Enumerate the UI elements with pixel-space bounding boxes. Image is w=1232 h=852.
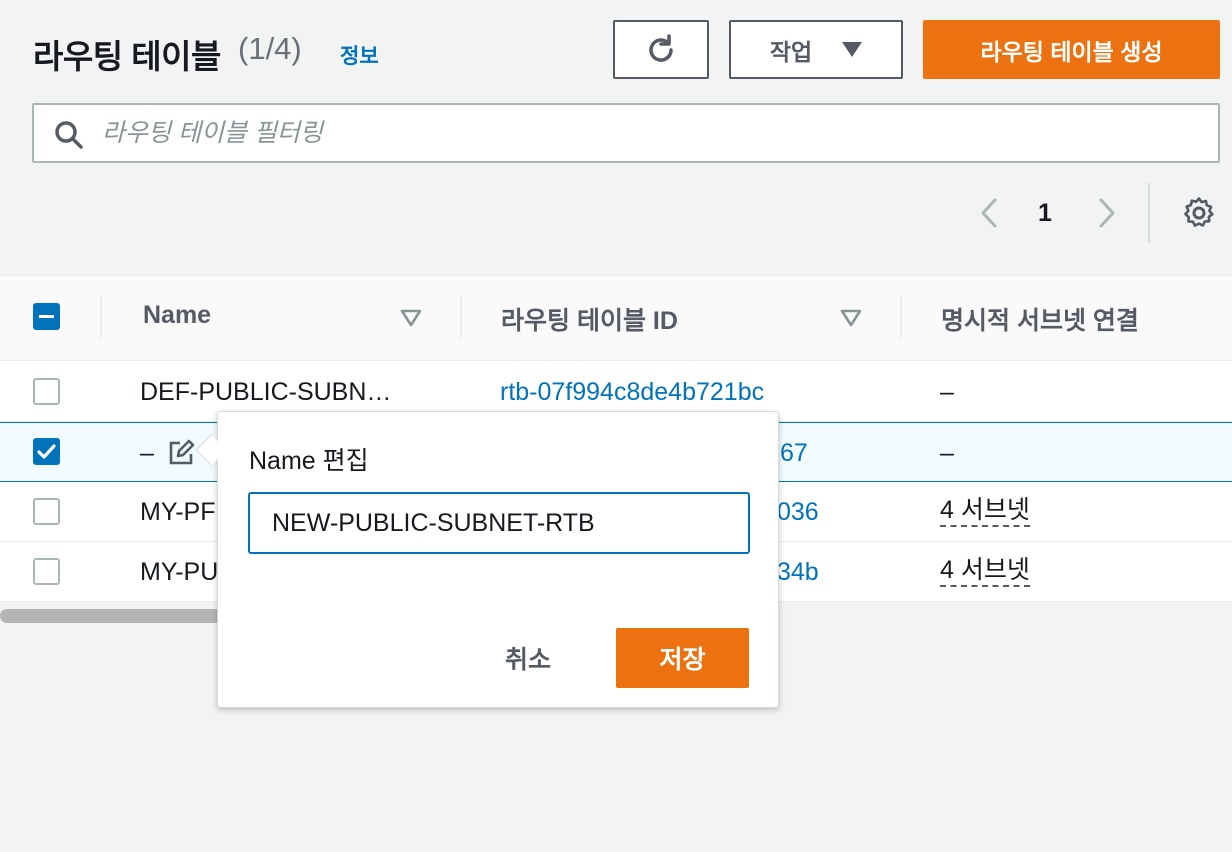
row-subnets: – bbox=[940, 439, 954, 467]
row-checkbox[interactable] bbox=[33, 438, 60, 465]
column-header-route-table-id[interactable]: 라우팅 테이블 ID bbox=[501, 301, 678, 337]
name-input[interactable] bbox=[248, 492, 750, 554]
previous-page-icon[interactable] bbox=[977, 196, 1001, 230]
save-button[interactable]: 저장 bbox=[616, 628, 749, 688]
column-divider bbox=[460, 296, 462, 338]
row-subnets: – bbox=[940, 378, 954, 406]
column-divider bbox=[900, 296, 902, 338]
current-page-number[interactable]: 1 bbox=[1038, 199, 1052, 228]
actions-dropdown-button[interactable]: 작업 bbox=[729, 20, 903, 79]
page-header: 라우팅 테이블 (1/4) 정보 작업 라우팅 테이블 생성 1 bbox=[0, 0, 1232, 275]
row-name: DEF-PUBLIC-SUBN… bbox=[140, 378, 392, 406]
scrollbar-thumb[interactable] bbox=[0, 609, 240, 623]
row-subnets[interactable]: 4 서브넷 bbox=[940, 555, 1030, 587]
edit-name-popover: Name 편집 취소 저장 bbox=[217, 411, 779, 708]
row-route-table-id-link[interactable]: rtb-07f994c8de4b721bc bbox=[500, 378, 764, 407]
sort-icon[interactable] bbox=[400, 309, 422, 327]
info-link[interactable]: 정보 bbox=[340, 40, 379, 70]
refresh-icon bbox=[649, 33, 673, 62]
select-all-checkbox[interactable] bbox=[33, 303, 60, 330]
caret-down-icon bbox=[842, 42, 863, 57]
next-page-icon[interactable] bbox=[1095, 196, 1119, 230]
row-route-table-id-link[interactable]: 036 bbox=[777, 498, 819, 527]
selection-count: (1/4) bbox=[238, 31, 302, 66]
edit-icon[interactable] bbox=[167, 439, 195, 467]
row-checkbox[interactable] bbox=[33, 378, 60, 405]
row-name: MY-PF bbox=[140, 498, 216, 526]
column-header-name[interactable]: Name bbox=[143, 301, 211, 330]
search-input[interactable] bbox=[102, 105, 1202, 161]
row-checkbox[interactable] bbox=[33, 558, 60, 585]
refresh-button[interactable] bbox=[613, 20, 709, 79]
row-name: MY-PU bbox=[140, 558, 219, 586]
create-route-table-button[interactable]: 라우팅 테이블 생성 bbox=[923, 20, 1220, 79]
sort-icon[interactable] bbox=[840, 309, 862, 327]
table-header: Name 라우팅 테이블 ID 명시적 서브넷 연결 bbox=[0, 276, 1232, 361]
row-name: – bbox=[140, 439, 154, 467]
page-title: 라우팅 테이블 bbox=[33, 38, 221, 75]
checkmark-icon bbox=[37, 444, 56, 459]
cancel-button[interactable]: 취소 bbox=[493, 628, 563, 688]
row-route-table-id-link[interactable]: 67 bbox=[780, 439, 808, 468]
search-icon bbox=[55, 121, 83, 149]
column-divider bbox=[100, 296, 102, 338]
row-checkbox[interactable] bbox=[33, 498, 60, 525]
row-subnets[interactable]: 4 서브넷 bbox=[940, 495, 1030, 527]
actions-label: 작업 bbox=[769, 38, 813, 65]
pager-divider bbox=[1148, 183, 1150, 243]
search-box bbox=[32, 103, 1220, 163]
row-route-table-id-link[interactable]: 34b bbox=[777, 558, 819, 587]
popover-title: Name 편집 bbox=[249, 447, 369, 475]
column-header-explicit-subnets[interactable]: 명시적 서브넷 연결 bbox=[941, 301, 1139, 337]
settings-gear-icon[interactable] bbox=[1181, 195, 1217, 231]
